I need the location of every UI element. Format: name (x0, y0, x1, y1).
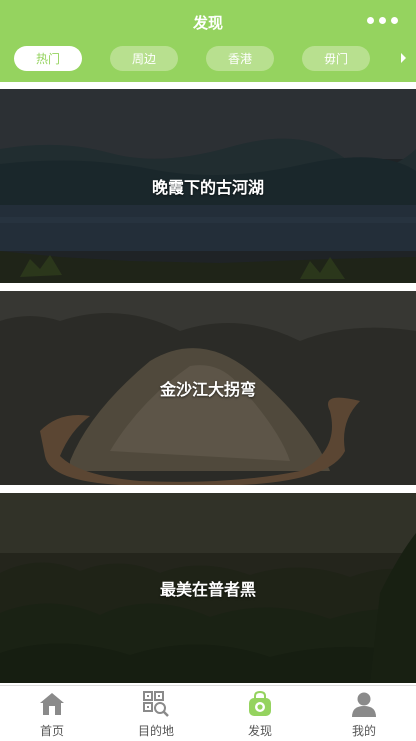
header-bar: 发现 热门 周边 香港 毋门 (0, 0, 416, 82)
more-dots-icon[interactable] (367, 17, 398, 24)
tab-fourth[interactable]: 毋门 (302, 46, 370, 71)
tab-nearby[interactable]: 周边 (110, 46, 178, 71)
tabbar-item-mine[interactable]: 我的 (312, 686, 416, 741)
header-top: 发现 (0, 0, 416, 44)
card-title: 金沙江大拐弯 (159, 380, 256, 399)
tabbar-item-destination[interactable]: 目的地 (104, 686, 208, 741)
more-dot (379, 17, 386, 24)
bag-icon (249, 691, 271, 716)
card-river-bend[interactable]: 金沙江大拐弯 (0, 291, 416, 485)
home-icon (40, 693, 64, 715)
more-dot (367, 17, 374, 24)
tabbar-label: 我的 (351, 724, 376, 738)
person-icon (352, 692, 376, 717)
category-tabs: 热门 周边 香港 毋门 (0, 44, 416, 74)
page-title: 发现 (192, 13, 223, 32)
card-title: 最美在普者黑 (159, 580, 256, 599)
tabbar-label: 首页 (39, 724, 64, 738)
card-hills[interactable]: 最美在普者黑 (0, 493, 416, 683)
tab-hongkong[interactable]: 香港 (206, 46, 274, 71)
tabs-scroll-arrow-icon[interactable] (401, 53, 406, 63)
card-title: 晚霞下的古河湖 (151, 178, 264, 197)
tabbar-item-home[interactable]: 首页 (0, 686, 104, 741)
qr-search-icon (143, 691, 169, 717)
app-root: 发现 热门 周边 香港 毋门 晚霞下的古河湖 金沙江大拐弯 最美在普者黑 首页 … (0, 0, 416, 741)
more-dot (391, 17, 398, 24)
tabbar-item-discover[interactable]: 发现 (208, 686, 312, 741)
tabbar-label: 目的地 (137, 724, 174, 738)
tab-hot[interactable]: 热门 (14, 46, 82, 71)
bottom-tabbar: 首页 目的地 发现 我的 (0, 685, 416, 741)
card-lake[interactable]: 晚霞下的古河湖 (0, 89, 416, 283)
tabbar-label: 发现 (247, 724, 272, 738)
